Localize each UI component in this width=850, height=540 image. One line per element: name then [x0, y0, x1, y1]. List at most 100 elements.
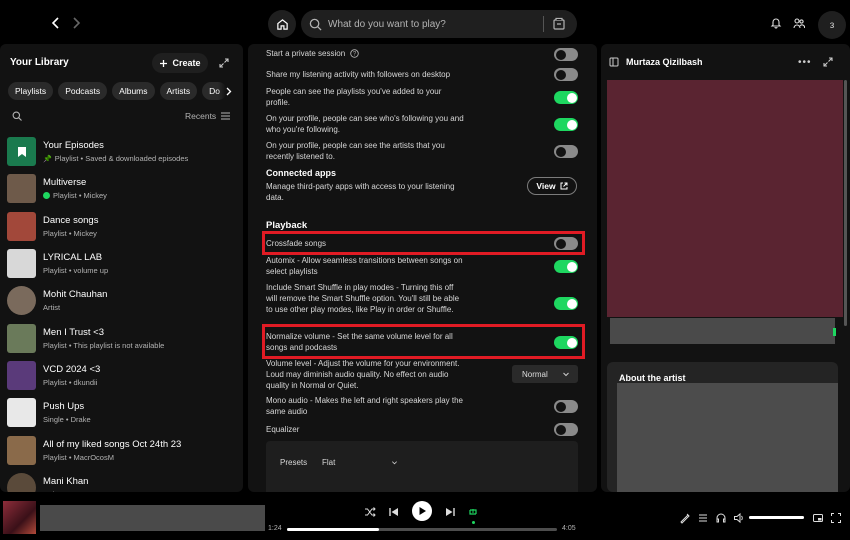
bell-icon[interactable]: [770, 17, 782, 29]
library-item[interactable]: Mohit Chauhan Artist: [7, 282, 239, 319]
library-item-subtitle: Artist: [43, 303, 107, 312]
presets-select[interactable]: Flat: [322, 458, 335, 467]
library-item-thumbnail: [7, 137, 36, 167]
home-button[interactable]: [268, 10, 296, 38]
filter-chip-podcasts[interactable]: Podcasts: [58, 82, 108, 100]
volume-icon[interactable]: [733, 512, 745, 524]
share-activity-label: Share my listening activity with followe…: [266, 70, 451, 79]
library-item[interactable]: Dance songs Playlist • Mickey: [7, 208, 239, 245]
home-icon: [276, 18, 288, 30]
search-input[interactable]: What do you want to play?: [328, 19, 543, 30]
share-activity-toggle[interactable]: [554, 68, 578, 81]
shuffle-icon[interactable]: [364, 506, 376, 518]
artist-name[interactable]: Murtaza Qizilbash: [626, 57, 703, 67]
search-library-icon[interactable]: [12, 111, 22, 121]
help-icon[interactable]: ?: [350, 49, 359, 58]
see-following-label: On your profile, people can see who's fo…: [266, 114, 464, 134]
library-item-text: Multiverse Playlist • Mickey: [43, 177, 107, 200]
more-options-button[interactable]: •••: [798, 57, 812, 68]
bookmark-icon: [17, 146, 26, 157]
see-following-toggle[interactable]: [554, 118, 578, 131]
library-item-subtitle: Playlist • Mickey: [43, 229, 98, 238]
see-playlists-toggle[interactable]: [554, 91, 578, 104]
filter-chip-albums[interactable]: Albums: [112, 82, 155, 100]
library-title: Your Library: [10, 57, 69, 68]
mono-audio-label: Mono audio - Makes the left and right sp…: [266, 396, 463, 416]
library-item-text: LYRICAL LAB Playlist • volume up: [43, 252, 108, 275]
smart-shuffle-toggle[interactable]: [554, 297, 578, 310]
library-item-subtitle-text: Single • Drake: [43, 415, 91, 425]
library-item[interactable]: All of my liked songs Oct 24th 23 Playlis…: [7, 431, 239, 468]
volume-level-select[interactable]: Normal: [512, 365, 578, 383]
setting-equalizer: Equalizer: [266, 423, 578, 436]
progress-bar[interactable]: [287, 528, 557, 531]
forward-button[interactable]: [68, 15, 84, 31]
chevron-down-icon[interactable]: [391, 459, 398, 466]
volume-slider[interactable]: [749, 516, 804, 519]
library-item[interactable]: Mani Khan Artist: [7, 469, 239, 492]
library-panel: Your Library Create Playlists Podcasts A…: [0, 44, 243, 492]
library-item-thumbnail: [7, 323, 36, 353]
next-icon[interactable]: [444, 506, 456, 518]
library-item-thumbnail: [7, 472, 36, 492]
connected-apps-title: Connected apps: [266, 168, 337, 178]
search-bar[interactable]: What do you want to play?: [301, 10, 577, 38]
filter-chip-artists[interactable]: Artists: [159, 82, 198, 100]
equalizer-toggle[interactable]: [554, 423, 578, 436]
create-button[interactable]: Create: [152, 53, 208, 73]
queue-icon[interactable]: [697, 512, 709, 524]
view-label: View: [536, 181, 556, 191]
automix-label: Automix - Allow seamless transitions bet…: [266, 256, 463, 276]
library-item-title: LYRICAL LAB: [43, 252, 103, 264]
back-button[interactable]: [48, 15, 64, 31]
expand-library-icon[interactable]: [219, 58, 229, 68]
miniplayer-icon[interactable]: [812, 512, 824, 524]
library-item-text: Mohit Chauhan Artist: [43, 289, 107, 312]
mono-audio-toggle[interactable]: [554, 400, 578, 413]
panel-scrollbar[interactable]: [844, 80, 847, 326]
library-item[interactable]: VCD 2024 <3 Playlist • dkundii: [7, 357, 239, 394]
connected-apps-desc: Manage third-party apps with access to y…: [266, 182, 455, 202]
library-item-title: Your Episodes: [43, 140, 104, 152]
setting-automix: Automix - Allow seamless transitions bet…: [266, 255, 578, 277]
see-artists-toggle[interactable]: [554, 145, 578, 158]
about-artist-card[interactable]: About the artist: [607, 362, 838, 492]
library-item[interactable]: Push Ups Single • Drake: [7, 394, 239, 431]
sort-recents[interactable]: Recents: [185, 111, 231, 121]
artist-image: [617, 383, 838, 492]
automix-toggle[interactable]: [554, 260, 578, 273]
user-avatar[interactable]: з: [818, 11, 846, 39]
playback-title: Playback: [266, 220, 308, 231]
library-item[interactable]: LYRICAL LAB Playlist • volume up: [7, 245, 239, 282]
now-playing-art[interactable]: [3, 501, 36, 534]
see-playlists-label: People can see the playlists you've adde…: [266, 87, 442, 107]
search-icon: [309, 18, 322, 31]
library-item-subtitle-text: Playlist • volume up: [43, 266, 109, 276]
connect-device-icon[interactable]: [715, 512, 727, 524]
library-item-title: Mani Khan: [43, 475, 89, 487]
library-item-title: Push Ups: [43, 401, 85, 413]
library-item[interactable]: Men I Trust <3 Playlist • This playlist i…: [7, 319, 239, 356]
filters-scroll-right[interactable]: [218, 82, 238, 100]
library-item[interactable]: Multiverse Playlist • Mickey: [7, 170, 239, 207]
previous-icon[interactable]: [388, 506, 400, 518]
library-item-subtitle: Artist: [43, 490, 88, 492]
private-session-toggle[interactable]: [554, 48, 578, 61]
sidebar-toggle-icon[interactable]: [609, 57, 619, 67]
setting-see-following: On your profile, people can see who's fo…: [266, 113, 578, 135]
browse-icon[interactable]: [552, 17, 566, 31]
library-item[interactable]: Your Episodes 📌 Playlist • Saved & downloa…: [7, 133, 239, 170]
repeat-icon[interactable]: [467, 506, 479, 518]
filter-chip-playlists[interactable]: Playlists: [8, 82, 54, 100]
fullscreen-icon[interactable]: [830, 512, 842, 524]
smart-shuffle-label: Include Smart Shuffle in play modes - Tu…: [266, 283, 460, 314]
library-list: Your Episodes 📌 Playlist • Saved & downloa…: [7, 133, 239, 492]
expand-icon[interactable]: [823, 57, 833, 67]
play-button[interactable]: [412, 501, 432, 521]
library-item-subtitle-text: Playlist • Saved & downloaded episodes: [54, 154, 189, 164]
view-apps-button[interactable]: View: [527, 177, 577, 195]
now-playing-view-icon[interactable]: [679, 512, 691, 524]
equalizer-label: Equalizer: [266, 425, 300, 434]
friends-icon[interactable]: [793, 17, 805, 29]
library-item-subtitle-text: Artist: [43, 303, 61, 313]
